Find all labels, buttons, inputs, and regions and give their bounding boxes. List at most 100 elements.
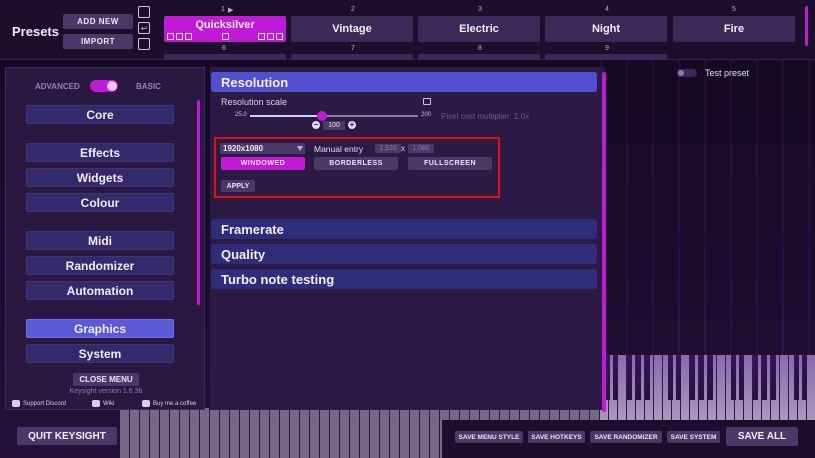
sidebar-item-midi[interactable]: Midi (26, 231, 174, 250)
discord-link[interactable]: Support Discord (12, 400, 66, 407)
preset-slot-label: Vintage (332, 23, 372, 35)
undo-icon[interactable]: ↩ (138, 22, 150, 34)
section-turbo-note-testing[interactable]: Turbo note testing (211, 269, 597, 289)
toggle-knob (678, 70, 684, 76)
preset-slot-actions (164, 33, 286, 40)
toggle-knob (107, 81, 117, 91)
resolution-scale-slider[interactable] (250, 115, 418, 117)
sidebar-item-core[interactable]: Core (26, 105, 174, 124)
sidebar-item-system[interactable]: System (26, 344, 174, 363)
version-text: Keysight version 1.6.3b (69, 388, 143, 395)
resolution-dropdown-value: 1920x1080 (223, 144, 264, 153)
manual-width-input[interactable]: 1,920 (375, 144, 401, 153)
borderless-button[interactable]: BORDERLESS (314, 157, 398, 170)
preset-slot-number: 2 (351, 6, 355, 13)
apply-button[interactable]: APPLY (221, 180, 255, 192)
wiki-link[interactable]: Wiki (92, 400, 114, 407)
preset-slot-night[interactable]: Night (545, 16, 667, 42)
sidebar-item-widgets[interactable]: Widgets (26, 168, 174, 187)
manual-entry-label: Manual entry (314, 144, 364, 154)
advanced-basic-toggle[interactable] (90, 80, 118, 92)
fullscreen-button[interactable]: FULLSCREEN (408, 157, 492, 170)
coffee-icon (142, 400, 150, 407)
save-icon[interactable] (267, 33, 274, 40)
preset-slot-9[interactable] (545, 54, 667, 60)
preset-slot-label: Night (591, 23, 621, 35)
section-resolution[interactable]: Resolution (211, 72, 597, 92)
save-all-button[interactable]: SAVE ALL (726, 427, 798, 446)
discord-link-label: Support Discord (23, 400, 67, 407)
resolution-scale-stepper: − 100 + (312, 120, 356, 130)
preset-slot-quicksilver[interactable]: Quicksilver (164, 16, 286, 42)
pixel-cost-text: Pixel cost multiplier: 1.0x (441, 112, 530, 121)
save-menu-style-button[interactable]: SAVE MENU STYLE (455, 431, 523, 443)
preset-slot-8[interactable] (418, 54, 540, 60)
background-light-rays (600, 60, 815, 360)
export-icon[interactable] (258, 33, 265, 40)
quit-button[interactable]: QUIT KEYSIGHT (17, 427, 117, 445)
folder-icon[interactable] (138, 6, 150, 18)
resolution-scale-value[interactable]: 100 (323, 120, 345, 130)
copy-icon[interactable] (176, 33, 183, 40)
preset-slot-number: 4 (605, 6, 609, 13)
save-icon[interactable] (138, 38, 150, 50)
preset-slot-number: 1 (221, 6, 225, 13)
mode-toggle-row: ADVANCED BASIC (6, 78, 206, 94)
preset-slot-label: Fire (723, 23, 745, 35)
copy-icon[interactable] (167, 33, 174, 40)
wiki-icon (92, 400, 100, 407)
sidebar-item-graphics[interactable]: Graphics (26, 319, 174, 338)
increment-button[interactable]: + (348, 121, 356, 129)
preset-slot-electric[interactable]: Electric (418, 16, 540, 42)
slider-min-label: 25.0 (235, 112, 247, 118)
preset-slot-number: 7 (351, 45, 355, 52)
decrement-button[interactable]: − (312, 121, 320, 129)
presets-bar: Presets ADD NEW IMPORT ↩ 1 ▶ Quicksilver… (0, 0, 815, 60)
resolution-scale-label: Resolution scale (221, 97, 288, 107)
discord-icon (12, 400, 20, 407)
section-quality[interactable]: Quality (211, 244, 597, 264)
edit-icon[interactable] (221, 33, 229, 40)
preset-slot-vintage[interactable]: Vintage (291, 16, 413, 42)
wiki-link-label: Wiki (103, 400, 115, 407)
preset-slot-number: 8 (478, 45, 482, 52)
save-hotkeys-button[interactable]: SAVE HOTKEYS (528, 431, 585, 443)
play-icon[interactable]: ▶ (228, 6, 233, 14)
close-menu-button[interactable]: CLOSE MENU (73, 373, 139, 386)
windowed-button[interactable]: WINDOWED (221, 157, 305, 170)
settings-scrollbar[interactable] (602, 72, 606, 412)
slider-fill (250, 115, 323, 117)
save-system-button[interactable]: SAVE SYSTEM (667, 431, 720, 443)
sidebar-item-effects[interactable]: Effects (26, 143, 174, 162)
sidebar-item-randomizer[interactable]: Randomizer (26, 256, 174, 275)
presets-scrollbar[interactable] (805, 6, 808, 46)
preset-slot-fire[interactable]: Fire (673, 16, 795, 42)
test-preset-label: Test preset (705, 68, 750, 78)
preset-slot-number: 3 (478, 6, 482, 13)
resolution-dropdown[interactable]: 1920x1080 (220, 143, 305, 154)
save-randomizer-button[interactable]: SAVE RANDOMIZER (590, 431, 662, 443)
test-preset-toggle[interactable] (677, 69, 697, 77)
coffee-link[interactable]: Buy me a coffee (142, 400, 196, 407)
sidebar-item-automation[interactable]: Automation (26, 281, 174, 300)
manual-x-label: x (401, 144, 405, 153)
advanced-label: ADVANCED (35, 82, 80, 91)
chevron-down-icon (297, 146, 303, 151)
copy-icon[interactable] (185, 33, 192, 40)
slider-max-label: 200 (421, 112, 432, 118)
trash-icon[interactable] (276, 33, 283, 40)
preset-slot-number: 5 (732, 6, 736, 13)
add-new-preset-button[interactable]: ADD NEW (63, 14, 133, 29)
sidebar-scrollbar[interactable] (197, 100, 200, 305)
reset-icon[interactable] (423, 98, 431, 105)
basic-label: BASIC (136, 82, 161, 91)
sidebar-item-colour[interactable]: Colour (26, 193, 174, 212)
import-preset-button[interactable]: IMPORT (63, 34, 133, 49)
presets-title: Presets (12, 24, 59, 39)
manual-height-input[interactable]: 1,080 (408, 144, 434, 153)
preset-side-icons: ↩ (138, 6, 152, 54)
preset-slot-6[interactable] (164, 54, 286, 60)
section-framerate[interactable]: Framerate (211, 219, 597, 239)
preset-slot-7[interactable] (291, 54, 413, 60)
settings-sidebar: ADVANCED BASIC Core Effects Widgets Colo… (5, 67, 205, 410)
